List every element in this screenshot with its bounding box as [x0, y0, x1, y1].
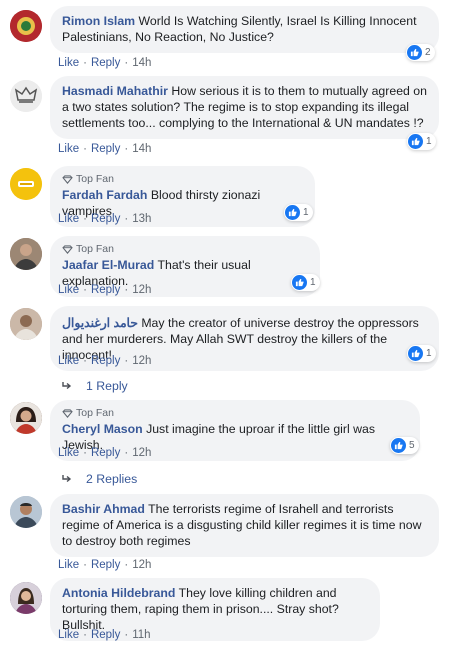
comment-bubble: Rimon Islam World Is Watching Silently, … — [50, 6, 439, 53]
comment-timestamp[interactable]: 14h — [132, 57, 151, 69]
comment-timestamp[interactable]: 14h — [132, 143, 151, 155]
avatar[interactable] — [10, 80, 42, 112]
like-button[interactable]: Like — [58, 284, 79, 296]
like-button[interactable]: Like — [58, 355, 79, 367]
comment-actions: Like · Reply · 12h — [58, 559, 152, 571]
comment-timestamp[interactable]: 12h — [132, 284, 151, 296]
badge-label: Top Fan — [76, 243, 114, 255]
like-reaction-icon — [408, 346, 423, 361]
avatar[interactable] — [10, 496, 42, 528]
replies-label: 1 Reply — [86, 379, 128, 393]
like-reaction-icon — [408, 134, 423, 149]
like-button[interactable]: Like — [58, 57, 79, 69]
comment-actions: Like · Reply · 11h — [58, 629, 151, 641]
like-reaction-icon — [407, 45, 422, 60]
comment-author[interactable]: Bashir Ahmad — [62, 502, 145, 516]
avatar[interactable] — [10, 168, 42, 200]
comment-actions: Like · Reply · 14h — [58, 143, 152, 155]
reaction-count[interactable]: 5 — [390, 437, 419, 454]
reply-button[interactable]: Reply — [91, 57, 120, 69]
reaction-count[interactable]: 1 — [407, 345, 436, 362]
like-reaction-icon — [292, 275, 307, 290]
comment-actions: Like · Reply · 12h — [58, 447, 152, 459]
top-fan-badge: Top Fan — [62, 173, 303, 186]
badge-label: Top Fan — [76, 173, 114, 185]
reply-button[interactable]: Reply — [91, 447, 120, 459]
diamond-icon — [62, 409, 73, 418]
reaction-number: 5 — [409, 440, 415, 451]
like-button[interactable]: Like — [58, 213, 79, 225]
reaction-count[interactable]: 2 — [406, 44, 435, 61]
reply-button[interactable]: Reply — [91, 143, 120, 155]
view-replies-link[interactable]: 2 Replies — [62, 472, 137, 486]
reply-button[interactable]: Reply — [91, 629, 120, 641]
avatar[interactable] — [10, 308, 42, 340]
avatar[interactable] — [10, 238, 42, 270]
avatar[interactable] — [10, 582, 42, 614]
like-reaction-icon — [285, 205, 300, 220]
reply-button[interactable]: Reply — [91, 559, 120, 571]
reaction-number: 1 — [310, 277, 316, 288]
comment-timestamp[interactable]: 12h — [132, 447, 151, 459]
comment-timestamp[interactable]: 11h — [132, 629, 150, 641]
reply-arrow-icon — [62, 475, 72, 483]
like-button[interactable]: Like — [58, 143, 79, 155]
comment-actions: Like · Reply · 12h — [58, 355, 152, 367]
comment-author[interactable]: Cheryl Mason — [62, 422, 143, 436]
comment-timestamp[interactable]: 13h — [132, 213, 151, 225]
reaction-count[interactable]: 1 — [291, 274, 320, 291]
avatar[interactable] — [10, 10, 42, 42]
comment-timestamp[interactable]: 12h — [132, 355, 151, 367]
comment-actions: Like · Reply · 12h — [58, 284, 152, 296]
reaction-number: 2 — [425, 47, 431, 58]
comment-timestamp[interactable]: 12h — [132, 559, 151, 571]
reaction-number: 1 — [303, 207, 309, 218]
comment-bubble: Bashir Ahmad The terrorists regime of Is… — [50, 494, 439, 557]
comment-author[interactable]: Fardah Fardah — [62, 188, 147, 202]
comment-author[interactable]: Rimon Islam — [62, 14, 135, 28]
reaction-count[interactable]: 1 — [407, 133, 436, 150]
like-reaction-icon — [391, 438, 406, 453]
comment-author[interactable]: Antonia Hildebrand — [62, 586, 175, 600]
comment-author[interactable]: Jaafar El-Murad — [62, 258, 154, 272]
avatar[interactable] — [10, 402, 42, 434]
comment-author[interactable]: Hasmadi Mahathir — [62, 84, 168, 98]
badge-label: Top Fan — [76, 407, 114, 419]
reply-button[interactable]: Reply — [91, 213, 120, 225]
top-fan-badge: Top Fan — [62, 407, 408, 420]
reply-button[interactable]: Reply — [91, 355, 120, 367]
top-fan-badge: Top Fan — [62, 243, 308, 256]
replies-label: 2 Replies — [86, 472, 138, 486]
reaction-count[interactable]: 1 — [284, 204, 313, 221]
comment-actions: Like · Reply · 14h — [58, 57, 152, 69]
diamond-icon — [62, 175, 73, 184]
like-button[interactable]: Like — [58, 559, 79, 571]
reaction-number: 1 — [426, 348, 432, 359]
like-button[interactable]: Like — [58, 447, 79, 459]
comment-actions: Like · Reply · 13h — [58, 213, 152, 225]
like-button[interactable]: Like — [58, 629, 79, 641]
reply-button[interactable]: Reply — [91, 284, 120, 296]
comment-bubble: Hasmadi Mahathir How serious it is to th… — [50, 76, 439, 139]
comment-author[interactable]: حامد ارغنديوال — [62, 316, 138, 330]
reaction-number: 1 — [426, 136, 432, 147]
reply-arrow-icon — [62, 382, 72, 390]
view-replies-link[interactable]: 1 Reply — [62, 379, 128, 393]
diamond-icon — [62, 245, 73, 254]
